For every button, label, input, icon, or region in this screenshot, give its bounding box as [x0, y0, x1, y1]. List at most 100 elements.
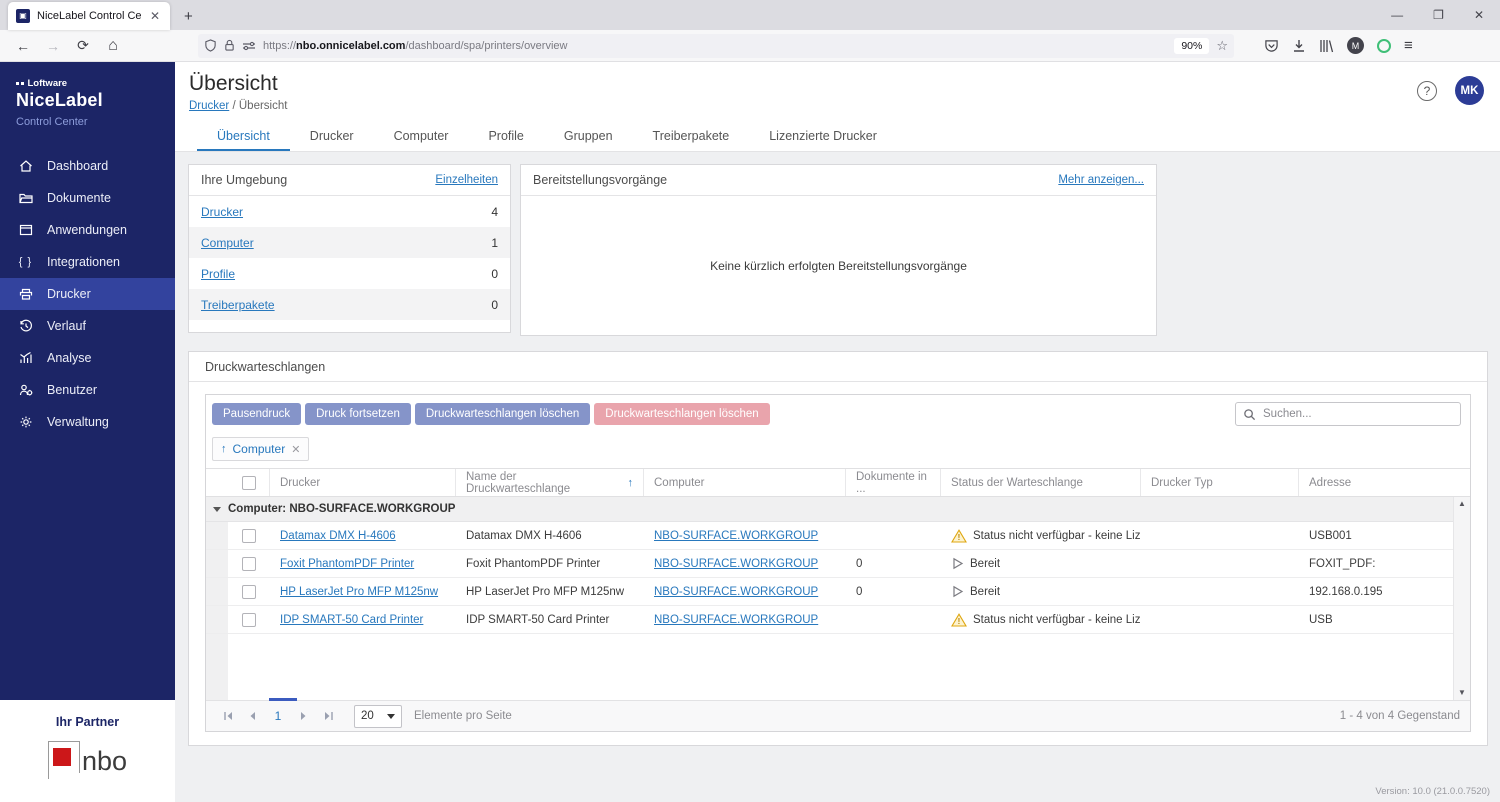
- row-checkbox[interactable]: [242, 556, 256, 571]
- row-checkbox[interactable]: [242, 584, 256, 599]
- details-link[interactable]: Einzelheiten: [435, 174, 498, 186]
- row-checkbox[interactable]: [242, 612, 256, 627]
- section-tabs: Übersicht Drucker Computer Profile Grupp…: [189, 122, 1500, 151]
- current-page-indicator: [269, 698, 297, 701]
- page-size-select[interactable]: 20: [354, 704, 402, 728]
- tab-computer[interactable]: Computer: [374, 122, 469, 151]
- url-text[interactable]: https://nbo.onnicelabel.com/dashboard/sp…: [263, 40, 1167, 52]
- last-page-button[interactable]: [316, 711, 340, 721]
- column-drucker-typ[interactable]: Drucker Typ: [1141, 469, 1299, 496]
- avatar[interactable]: MK: [1455, 76, 1484, 105]
- select-all-checkbox[interactable]: [241, 475, 256, 490]
- tab-profile[interactable]: Profile: [468, 122, 543, 151]
- group-row[interactable]: Computer: NBO-SURFACE.WORKGROUP: [206, 497, 1470, 522]
- clear-queues-button[interactable]: Druckwarteschlangen löschen: [414, 403, 591, 425]
- forward-button[interactable]: →: [40, 34, 66, 58]
- computer-link[interactable]: NBO-SURFACE.WORKGROUP: [654, 530, 818, 542]
- bookmark-star-icon[interactable]: ☆: [1216, 38, 1228, 54]
- computer-link[interactable]: NBO-SURFACE.WORKGROUP: [654, 558, 818, 570]
- scroll-up-icon[interactable]: ▲: [1458, 500, 1466, 508]
- env-treiberpakete-link[interactable]: Treiberpakete: [201, 298, 275, 312]
- search-icon: [1244, 408, 1256, 420]
- sidebar-item-verlauf[interactable]: Verlauf: [0, 310, 175, 342]
- account-icon[interactable]: M: [1347, 37, 1364, 54]
- env-drucker-count: 4: [491, 204, 498, 219]
- sidebar-item-drucker[interactable]: Drucker: [0, 278, 175, 310]
- page-number[interactable]: 1: [264, 709, 292, 723]
- sidebar-item-integrationen[interactable]: { } Integrationen: [0, 246, 175, 278]
- search-box[interactable]: [1235, 402, 1461, 426]
- tab-uebersicht[interactable]: Übersicht: [197, 122, 290, 151]
- window-minimize-button[interactable]: —: [1391, 8, 1403, 22]
- sidebar-item-verwaltung[interactable]: Verwaltung: [0, 406, 175, 438]
- show-more-link[interactable]: Mehr anzeigen...: [1058, 174, 1144, 186]
- new-tab-button[interactable]: +: [184, 8, 193, 30]
- tab-drucker[interactable]: Drucker: [290, 122, 374, 151]
- row-checkbox[interactable]: [242, 528, 256, 543]
- env-treiberpakete-count: 0: [491, 297, 498, 312]
- table-row-idp[interactable]: IDP SMART-50 Card Printer IDP SMART-50 C…: [206, 606, 1470, 634]
- home-button[interactable]: ⌂: [100, 34, 126, 58]
- column-adresse[interactable]: Adresse: [1299, 469, 1453, 496]
- next-page-button[interactable]: [292, 711, 316, 721]
- status-cell: Bereit: [941, 585, 1141, 598]
- tab-treiberpakete[interactable]: Treiberpakete: [633, 122, 750, 151]
- sidebar-item-benutzer[interactable]: Benutzer: [0, 374, 175, 406]
- browser-tab[interactable]: ▣ NiceLabel Control Center ✕: [8, 2, 170, 30]
- tab-close-icon[interactable]: ✕: [148, 9, 162, 23]
- sidebar-item-dashboard[interactable]: Dashboard: [0, 150, 175, 182]
- sidebar-item-analyse[interactable]: Analyse: [0, 342, 175, 374]
- printer-link[interactable]: IDP SMART-50 Card Printer: [280, 614, 423, 626]
- extension-icon[interactable]: [1377, 38, 1391, 53]
- table-row-foxit[interactable]: Foxit PhantomPDF Printer Foxit PhantomPD…: [206, 550, 1470, 578]
- env-drucker-link[interactable]: Drucker: [201, 205, 243, 219]
- tab-lizenzierte-drucker[interactable]: Lizenzierte Drucker: [749, 122, 897, 151]
- column-computer[interactable]: Computer: [644, 469, 846, 496]
- env-profile-link[interactable]: Profile: [201, 267, 235, 281]
- sort-chip-computer[interactable]: ↑ Computer ✕: [212, 437, 310, 461]
- column-name-der-druckwarteschlange[interactable]: Name der Druckwarteschlange ↑: [456, 469, 644, 496]
- library-icon[interactable]: [1319, 39, 1334, 53]
- delete-queues-button[interactable]: Druckwarteschlangen löschen: [594, 403, 770, 425]
- computer-link[interactable]: NBO-SURFACE.WORKGROUP: [654, 614, 818, 626]
- resume-print-button[interactable]: Druck fortsetzen: [305, 403, 411, 425]
- breadcrumb-drucker-link[interactable]: Drucker: [189, 100, 229, 112]
- table-row-hp[interactable]: HP LaserJet Pro MFP M125nw HP LaserJet P…: [206, 578, 1470, 606]
- table-row-datamax[interactable]: Datamax DMX H-4606 Datamax DMX H-4606 NB…: [206, 522, 1470, 550]
- column-drucker[interactable]: Drucker: [270, 469, 456, 496]
- column-status[interactable]: Status der Warteschlange: [941, 469, 1141, 496]
- zoom-level-badge[interactable]: 90%: [1174, 37, 1210, 54]
- prev-page-button[interactable]: [240, 711, 264, 721]
- pause-print-button[interactable]: Pausendruck: [212, 403, 302, 425]
- vertical-scrollbar[interactable]: ▲ ▼: [1453, 497, 1470, 700]
- status-cell: ! Status nicht verfügbar - keine Lizenz.: [941, 612, 1141, 627]
- version-label: Version: 10.0 (21.0.0.7520): [1375, 786, 1490, 797]
- computer-link[interactable]: NBO-SURFACE.WORKGROUP: [654, 586, 818, 598]
- help-icon[interactable]: ?: [1417, 80, 1437, 101]
- printer-link[interactable]: Datamax DMX H-4606: [280, 530, 396, 542]
- printer-link[interactable]: Foxit PhantomPDF Printer: [280, 558, 414, 570]
- scroll-down-icon[interactable]: ▼: [1458, 689, 1466, 697]
- sidebar-item-anwendungen[interactable]: Anwendungen: [0, 214, 175, 246]
- permissions-icon[interactable]: [242, 40, 256, 52]
- sidebar-item-dokumente[interactable]: Dokumente: [0, 182, 175, 214]
- printer-link[interactable]: HP LaserJet Pro MFP M125nw: [280, 586, 438, 598]
- chip-remove-icon[interactable]: ✕: [291, 443, 300, 456]
- first-page-button[interactable]: [216, 711, 240, 721]
- collapse-group-icon[interactable]: [206, 506, 228, 512]
- env-computer-link[interactable]: Computer: [201, 236, 254, 250]
- window-restore-button[interactable]: ❐: [1433, 8, 1444, 22]
- back-button[interactable]: ←: [10, 34, 36, 58]
- reload-button[interactable]: ⟳: [70, 34, 96, 58]
- window-close-button[interactable]: ✕: [1474, 8, 1484, 22]
- column-dokumente[interactable]: Dokumente in ...: [846, 469, 941, 496]
- shield-icon[interactable]: [204, 39, 217, 52]
- tab-gruppen[interactable]: Gruppen: [544, 122, 633, 151]
- address-bar[interactable]: https://nbo.onnicelabel.com/dashboard/sp…: [198, 33, 1234, 58]
- downloads-icon[interactable]: [1292, 39, 1306, 53]
- menu-icon[interactable]: ≡: [1404, 37, 1413, 54]
- search-input[interactable]: [1263, 408, 1453, 420]
- lock-icon[interactable]: [224, 39, 235, 52]
- pocket-icon[interactable]: [1264, 39, 1279, 53]
- braces-icon: { }: [18, 256, 33, 268]
